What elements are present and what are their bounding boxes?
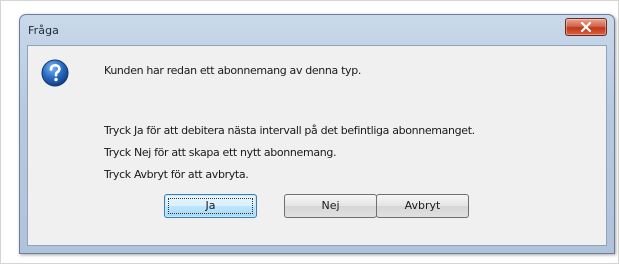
close-button[interactable] [565,18,607,36]
cancel-button-label: Avbryt [404,199,441,212]
question-icon [41,59,69,87]
focus-ring [168,198,253,214]
instruction-line: Tryck Nej för att skapa ett nytt abonnem… [104,146,337,159]
cancel-button[interactable]: Avbryt [376,194,469,218]
no-button-label: Nej [321,199,340,212]
yes-button[interactable]: Ja [164,194,257,218]
instruction-line: Tryck Ja för att debitera nästa interval… [104,124,475,137]
close-icon [566,19,606,35]
dialog-body: Kunden har redan ett abonnemang av denna… [27,45,607,246]
dialog-titlebar[interactable]: Fråga [20,15,614,45]
instruction-line: Tryck Avbryt för att avbryta. [104,168,249,181]
no-button[interactable]: Nej [284,194,377,218]
dialog-title: Fråga [28,24,60,37]
question-dialog: Fråga Kunden har redan ett abonnemang av… [19,14,615,254]
dialog-message: Kunden har redan ett abonnemang av denna… [104,64,361,77]
